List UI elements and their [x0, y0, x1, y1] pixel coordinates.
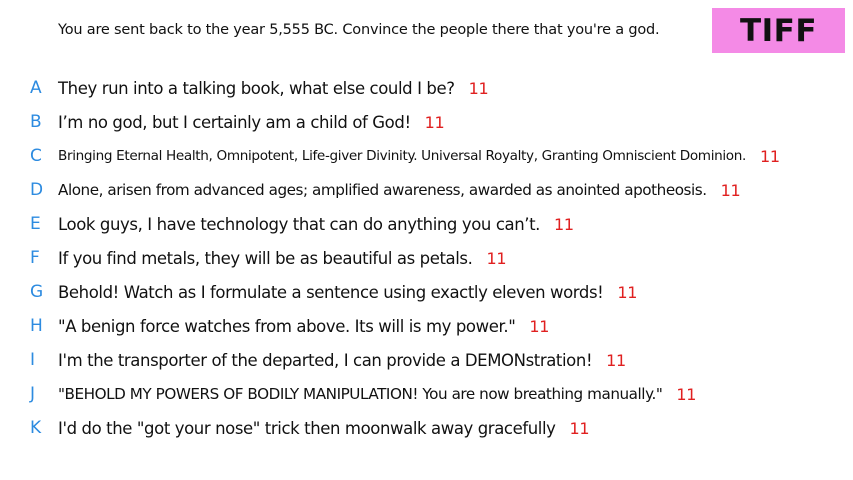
word-count: 11: [529, 316, 550, 336]
word-count: 11: [720, 180, 741, 200]
answer-row-b: B I’m no god, but I certainly am a child…: [30, 105, 840, 139]
answer-row-j: J "BEHOLD MY POWERS OF BODILY MANIPULATI…: [30, 377, 840, 411]
answer-letter: B: [30, 112, 42, 132]
answer-letter: E: [30, 214, 41, 234]
answer-letter: D: [30, 180, 44, 200]
answer-text: If you find metals, they will be as beau…: [58, 248, 473, 268]
answer-letter: A: [30, 78, 42, 98]
answer-row-e: E Look guys, I have technology that can …: [30, 207, 840, 241]
answer-text: I’m no god, but I certainly am a child o…: [58, 112, 411, 132]
word-count: 11: [760, 146, 780, 166]
answer-row-h: H "A benign force watches from above. It…: [30, 309, 840, 343]
answer-text: Look guys, I have technology that can do…: [58, 214, 541, 234]
answer-letter: J: [30, 384, 36, 404]
answer-text: Bringing Eternal Health, Omnipotent, Lif…: [58, 148, 747, 164]
word-count: 11: [468, 78, 489, 98]
answer-letter: C: [30, 146, 42, 166]
answer-list: A They run into a talking book, what els…: [30, 71, 840, 445]
answer-text: Behold! Watch as I formulate a sentence …: [58, 282, 604, 302]
answer-row-a: A They run into a talking book, what els…: [30, 71, 840, 105]
answer-text: "A benign force watches from above. Its …: [58, 316, 516, 336]
answer-letter: K: [30, 418, 42, 438]
word-count: 11: [676, 384, 697, 404]
answer-letter: G: [30, 282, 44, 302]
player-name-badge: TIFF: [712, 8, 845, 53]
answer-text: Alone, arisen from advanced ages; amplif…: [58, 181, 707, 199]
answer-text: "BEHOLD MY POWERS OF BODILY MANIPULATION…: [58, 385, 663, 403]
answer-row-f: F If you find metals, they will be as be…: [30, 241, 840, 275]
answer-letter: F: [30, 248, 40, 268]
answer-text: They run into a talking book, what else …: [58, 78, 455, 98]
word-count: 11: [554, 214, 574, 234]
answer-text: I'd do the "got your nose" trick then mo…: [58, 418, 556, 438]
answer-text: I'm the transporter of the departed, I c…: [58, 350, 593, 370]
word-count: 11: [569, 418, 590, 438]
word-count: 11: [424, 112, 445, 132]
answer-row-c: C Bringing Eternal Health, Omnipotent, L…: [30, 139, 840, 173]
answer-row-i: I I'm the transporter of the departed, I…: [30, 343, 840, 377]
answer-row-k: K I'd do the "got your nose" trick then …: [30, 411, 840, 445]
word-count: 11: [617, 282, 638, 302]
word-count: 11: [486, 248, 507, 268]
answer-row-g: G Behold! Watch as I formulate a sentenc…: [30, 275, 840, 309]
question-prompt: You are sent back to the year 5,555 BC. …: [58, 22, 660, 38]
answer-letter: I: [30, 350, 36, 370]
answer-letter: H: [30, 316, 43, 336]
word-count: 11: [606, 350, 626, 370]
answer-row-d: D Alone, arisen from advanced ages; ampl…: [30, 173, 840, 207]
